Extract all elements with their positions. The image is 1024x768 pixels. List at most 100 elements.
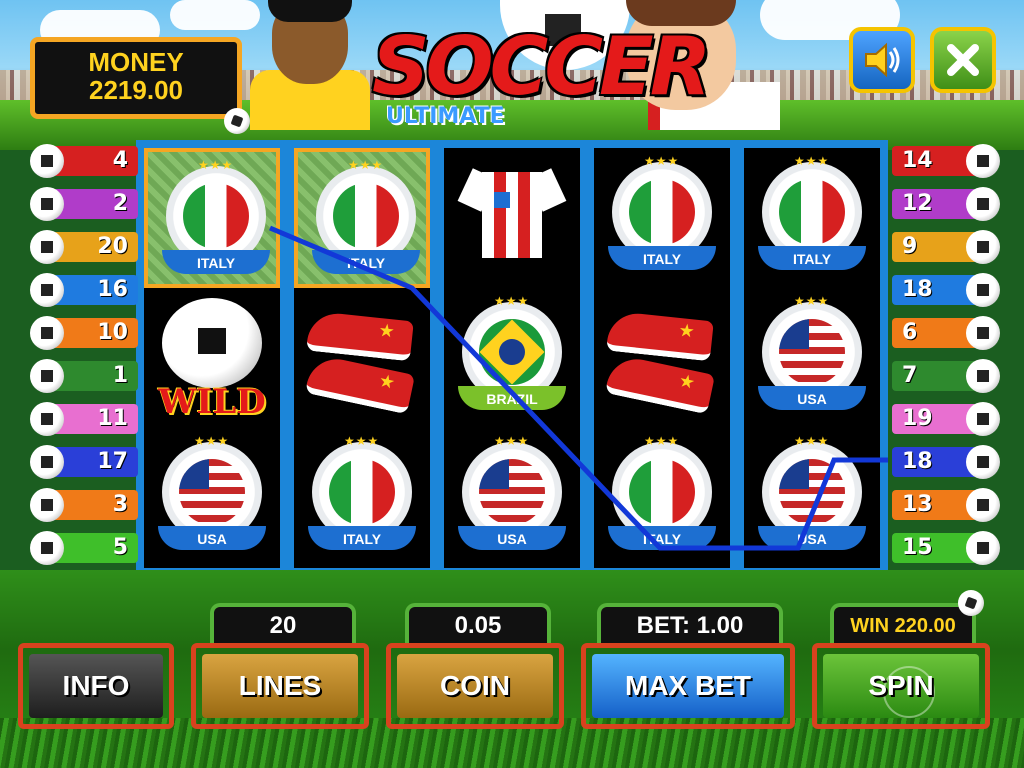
soccer-ball-icon: [966, 359, 1000, 393]
flag-ribbon-label: ITALY: [608, 246, 716, 270]
reel-cell: [294, 288, 430, 428]
cleats-symbol: [604, 302, 716, 415]
soccer-ball-icon: [966, 144, 1000, 178]
money-label: MONEY: [88, 47, 184, 77]
flag-symbol-usa: ★★★ USA: [156, 434, 268, 560]
soccer-ball-icon: [30, 531, 64, 565]
line-indicator-left[interactable]: 5: [30, 531, 140, 565]
reel-cell: ★★★ ITALY: [744, 148, 880, 288]
flag-symbol-italy: ★★★ ITALY: [160, 158, 272, 284]
flag-symbol-italy: ★★★ ITALY: [606, 154, 718, 280]
line-indicator-left[interactable]: 16: [30, 273, 140, 307]
coin-label: COIN: [440, 670, 510, 701]
flag-symbol-usa: ★★★ USA: [756, 294, 868, 420]
line-indicator-right[interactable]: 14: [890, 144, 1000, 178]
line-indicator-left[interactable]: 1: [30, 359, 140, 393]
stars-icon: ★★★: [794, 434, 830, 448]
soccer-ball-icon: [966, 230, 1000, 264]
flag-symbol-usa: ★★★ USA: [756, 434, 868, 560]
reel-cell: ★★★ ITALY: [144, 148, 280, 288]
stars-icon: ★★★: [194, 434, 230, 448]
line-indicator-left[interactable]: 10: [30, 316, 140, 350]
line-indicator-right[interactable]: 7: [890, 359, 1000, 393]
italy-flag-icon: [629, 459, 695, 525]
player-left-hair: [268, 0, 352, 22]
line-number: 3: [52, 490, 138, 520]
lines-display: 20: [210, 603, 356, 643]
usa-flag-icon: [779, 319, 845, 385]
line-indicator-right[interactable]: 18: [890, 445, 1000, 479]
line-indicator-left[interactable]: 11: [30, 402, 140, 436]
reel-cell: ★★★ USA: [444, 428, 580, 568]
stars-icon: ★★★: [348, 158, 384, 172]
usa-flag-icon: [479, 459, 545, 525]
sound-button[interactable]: [849, 27, 915, 93]
flag-symbol-italy: ★★★ ITALY: [310, 158, 422, 284]
max-bet-button[interactable]: MAX BET: [581, 643, 795, 729]
lines-label: LINES: [238, 670, 322, 701]
line-indicator-right[interactable]: 18: [890, 273, 1000, 307]
lines-button[interactable]: LINES: [191, 643, 369, 729]
line-indicator-right[interactable]: 6: [890, 316, 1000, 350]
flag-ribbon-label: BRAZIL: [458, 386, 566, 410]
line-number: 1: [52, 361, 138, 391]
line-indicator-left[interactable]: 3: [30, 488, 140, 522]
soccer-ball-icon: [162, 298, 262, 388]
line-number: 16: [52, 275, 138, 305]
line-indicator-right[interactable]: 13: [890, 488, 1000, 522]
stars-icon: ★★★: [494, 434, 530, 448]
soccer-ball-icon: [30, 273, 64, 307]
line-indicator-right[interactable]: 9: [890, 230, 1000, 264]
reel-cell: ★★★ ITALY: [594, 148, 730, 288]
close-button[interactable]: [930, 27, 996, 93]
spin-button[interactable]: SPIN: [812, 643, 990, 729]
reel-cell: ★★★ BRAZIL: [444, 288, 580, 428]
line-number: 10: [52, 318, 138, 348]
coin-display: 0.05: [405, 603, 551, 643]
win-display: WIN 220.00: [830, 603, 976, 643]
line-number: 17: [52, 447, 138, 477]
line-number: 11: [52, 404, 138, 434]
soccer-ball-icon: [30, 230, 64, 264]
coin-button[interactable]: COIN: [386, 643, 564, 729]
line-indicator-left[interactable]: 2: [30, 187, 140, 221]
reel-cell: ★★★ USA: [744, 288, 880, 428]
flag-ribbon-label: ITALY: [758, 246, 866, 270]
line-indicator-right[interactable]: 12: [890, 187, 1000, 221]
reel-cell: ★★★ USA: [144, 428, 280, 568]
soccer-ball-icon: [30, 316, 64, 350]
italy-flag-icon: [333, 183, 399, 249]
jersey-symbol: [457, 162, 567, 272]
flag-ribbon-label: ITALY: [308, 526, 416, 550]
flag-symbol-brazil: ★★★ BRAZIL: [456, 294, 568, 420]
line-indicator-right[interactable]: 19: [890, 402, 1000, 436]
soccer-ball-icon: [966, 273, 1000, 307]
stars-icon: ★★★: [344, 434, 380, 448]
soccer-ball-icon: [30, 359, 64, 393]
reel-cell: WILD: [144, 288, 280, 428]
reel-2: ★★★ ITALY ★★★ ITALY: [294, 148, 430, 568]
line-indicator-left[interactable]: 20: [30, 230, 140, 264]
reel-cell: ★★★ ITALY: [594, 428, 730, 568]
money-value: 2219.00: [89, 75, 183, 105]
info-button[interactable]: INFO: [18, 643, 174, 729]
line-indicator-right[interactable]: 15: [890, 531, 1000, 565]
reel-cell: [444, 148, 580, 288]
wild-label: WILD: [158, 382, 266, 422]
soccer-ball-icon: [966, 402, 1000, 436]
line-indicator-left[interactable]: 4: [30, 144, 140, 178]
line-indicator-left[interactable]: 17: [30, 445, 140, 479]
line-number: 5: [52, 533, 138, 563]
money-panel: MONEY 2219.00: [30, 37, 242, 119]
flag-ribbon-label: USA: [158, 526, 266, 550]
soccer-ball-icon: [966, 445, 1000, 479]
flag-ribbon-label: USA: [758, 526, 866, 550]
soccer-ball-icon: [30, 488, 64, 522]
ball-icon: [958, 590, 984, 616]
cleats-symbol: [304, 302, 416, 415]
logo-subtitle: ULTIMATE: [386, 104, 505, 129]
soccer-ball-icon: [30, 144, 64, 178]
italy-flag-icon: [779, 179, 845, 245]
info-label: INFO: [62, 670, 130, 701]
line-number: 2: [52, 189, 138, 219]
